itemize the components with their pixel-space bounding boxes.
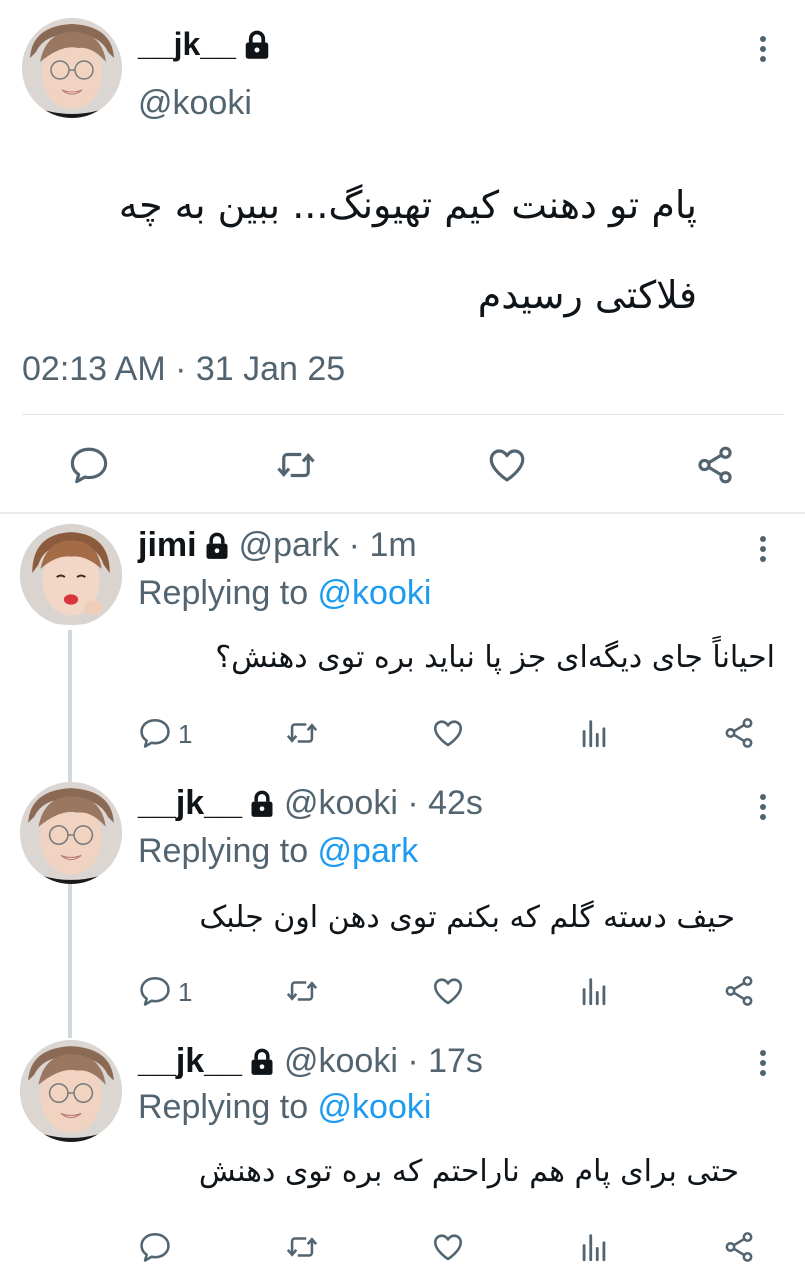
avatar[interactable] (22, 18, 122, 118)
display-name-text: __jk__ (138, 26, 236, 62)
share-icon[interactable] (694, 444, 736, 486)
main-tweet: __jk__ @kooki پام تو دهنت کیم تهیونگ... … (0, 0, 805, 512)
retweet-icon[interactable] (275, 444, 317, 486)
mention-link[interactable]: @kooki (318, 1088, 432, 1126)
reply-actions (0, 1228, 805, 1268)
divider (22, 414, 784, 415)
lock-icon (248, 1048, 276, 1076)
display-name[interactable]: __jk__ (138, 784, 242, 823)
reply-tweet[interactable]: __jk__ @kooki · 42s Replying to @park حی… (0, 776, 805, 1034)
avatar-image (20, 524, 122, 626)
reply-header: __jk__ @kooki · 42s (138, 784, 483, 823)
avatar[interactable] (20, 782, 122, 884)
mention-link[interactable]: @kooki (318, 574, 432, 612)
reply-count: 1 (178, 719, 193, 749)
avatar[interactable] (20, 524, 122, 626)
handle-and-time[interactable]: @park · 1m (239, 526, 417, 565)
reply-header: jimi @park · 1m (138, 526, 417, 565)
tweet-actions (0, 440, 805, 490)
handle-and-time[interactable]: @kooki · 42s (284, 784, 483, 823)
like-icon[interactable] (431, 974, 465, 1008)
tweet-text: پام تو دهنت کیم تهیونگ... ببین به چه فلا… (118, 183, 697, 317)
reply-icon[interactable] (138, 1230, 172, 1264)
stats-icon[interactable] (577, 716, 611, 750)
replying-to: Replying to @park (138, 832, 418, 871)
replying-to-label: Replying to (138, 1088, 318, 1126)
display-name[interactable]: __jk__ (138, 1042, 242, 1081)
stats-icon[interactable] (577, 974, 611, 1008)
retweet-icon[interactable] (285, 1230, 319, 1264)
replying-to: Replying to @kooki (138, 1088, 431, 1127)
tweet-timestamp[interactable]: 02:13 AM · 31 Jan 25 (22, 350, 345, 389)
reply-tweet[interactable]: __jk__ @kooki · 17s Replying to @kooki ح… (0, 1034, 805, 1280)
more-options-icon[interactable] (757, 1050, 769, 1080)
retweet-icon[interactable] (285, 716, 319, 750)
replying-to-label: Replying to (138, 832, 318, 870)
more-options-icon[interactable] (757, 794, 769, 824)
reply-text: حیف دسته گلم که بکنم توی دهن اون جلبک (199, 900, 735, 935)
share-icon[interactable] (722, 716, 756, 750)
share-icon[interactable] (722, 1230, 756, 1264)
retweet-icon[interactable] (285, 974, 319, 1008)
reply-header: __jk__ @kooki · 17s (138, 1042, 483, 1081)
like-icon[interactable] (486, 444, 528, 486)
reply-text: حتی برای پام هم ناراحتم که بره توی دهنش (198, 1154, 739, 1189)
lock-icon (242, 30, 272, 60)
display-name[interactable]: __jk__ (138, 26, 272, 63)
reply-count: 1 (178, 977, 193, 1007)
lock-icon (203, 532, 231, 560)
stats-icon[interactable] (577, 1230, 611, 1264)
like-icon[interactable] (431, 1230, 465, 1264)
more-options-icon[interactable] (757, 536, 769, 566)
avatar-image (22, 18, 122, 118)
handle-and-time[interactable]: @kooki · 17s (284, 1042, 483, 1081)
reply-actions: 1 (0, 972, 805, 1012)
avatar-image (20, 782, 122, 884)
mention-link[interactable]: @park (318, 832, 419, 870)
reply-text: احیاناً جای دیگه‌ای جز پا نباید بره توی … (215, 640, 775, 675)
avatar[interactable] (20, 1040, 122, 1142)
like-icon[interactable] (431, 716, 465, 750)
handle[interactable]: @kooki (138, 84, 252, 123)
reply-tweet[interactable]: jimi @park · 1m Replying to @kooki احیان… (0, 514, 805, 776)
reply-actions: 1 (0, 714, 805, 754)
replying-to: Replying to @kooki (138, 574, 431, 613)
reply-icon[interactable] (68, 444, 110, 486)
reply-icon[interactable] (138, 716, 172, 750)
more-options-icon[interactable] (757, 36, 769, 66)
avatar-image (20, 1040, 122, 1142)
lock-icon (248, 790, 276, 818)
display-name[interactable]: jimi (138, 526, 197, 565)
replying-to-label: Replying to (138, 574, 318, 612)
share-icon[interactable] (722, 974, 756, 1008)
reply-icon[interactable] (138, 974, 172, 1008)
